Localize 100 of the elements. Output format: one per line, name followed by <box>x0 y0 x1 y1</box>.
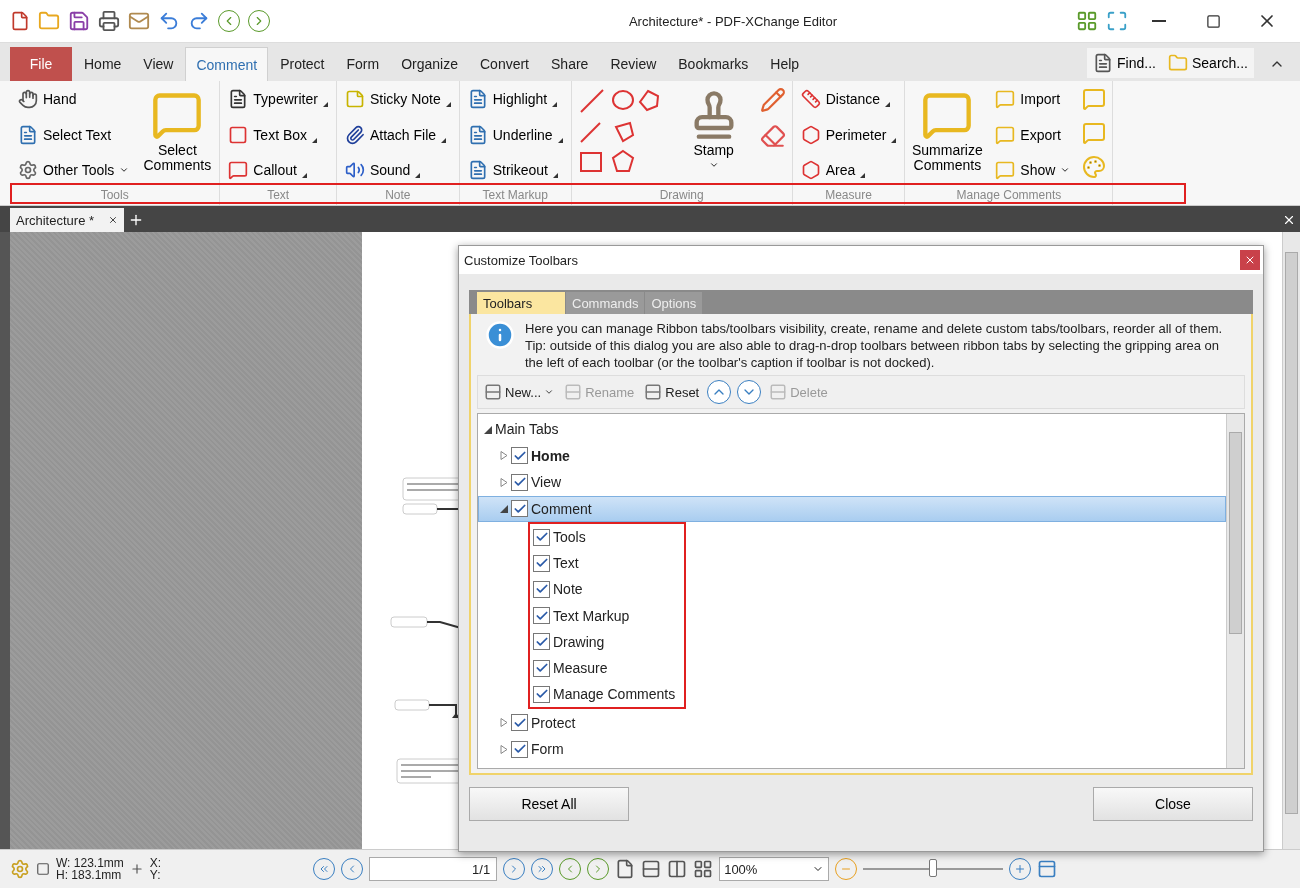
ribbon-button[interactable]: Underline <box>465 122 565 147</box>
tree-item[interactable]: Manage Comments <box>553 686 676 703</box>
move-down-button[interactable] <box>737 380 762 404</box>
collapse-arrow-icon[interactable] <box>483 424 492 434</box>
gear-icon[interactable] <box>10 859 30 879</box>
redo-icon[interactable] <box>188 10 210 32</box>
new-button[interactable]: New... <box>482 381 557 403</box>
zoom-field[interactable]: 100% <box>719 857 830 881</box>
checkbox[interactable] <box>533 659 550 677</box>
ribbon-large-button[interactable]: Summarize Comments <box>911 87 984 175</box>
ribbon-button[interactable]: Distance <box>798 87 899 111</box>
ribbon-tab[interactable]: Convert <box>470 47 539 81</box>
eraser-icon[interactable] <box>759 123 786 149</box>
tree-item[interactable]: Tools <box>553 529 586 546</box>
tree-item[interactable]: Text Markup <box>553 607 630 624</box>
ribbon-button[interactable]: Area <box>798 158 899 182</box>
file-menu-button[interactable]: File <box>10 47 72 81</box>
tree-row[interactable]: Form <box>478 735 1226 763</box>
checkbox[interactable] <box>511 473 528 491</box>
close-button[interactable] <box>1240 250 1260 270</box>
undo-icon[interactable] <box>158 10 180 32</box>
reset-button[interactable]: Reset <box>642 381 702 403</box>
document-tab[interactable]: Architecture * <box>10 208 125 232</box>
tree-row[interactable]: Home <box>478 442 1226 469</box>
save-icon[interactable] <box>68 10 90 32</box>
scrollbar[interactable] <box>1282 232 1300 849</box>
ribbon-button[interactable]: Sticky Note <box>342 87 453 111</box>
search-button[interactable]: Search... <box>1161 48 1254 78</box>
ribbon-button[interactable]: Attach File <box>342 122 453 147</box>
ribbon-button[interactable]: Import <box>993 87 1073 111</box>
ribbon-button[interactable]: Strikeout <box>465 158 565 182</box>
ribbon-button[interactable]: Show <box>993 158 1073 182</box>
ribbon-large-button[interactable]: Stamp <box>677 87 750 172</box>
tree-item[interactable]: Measure <box>553 660 608 677</box>
tree-item[interactable]: Comment <box>531 500 592 517</box>
dialog-tab[interactable]: Toolbars <box>477 292 565 314</box>
checkbox[interactable] <box>511 500 528 518</box>
tree-item[interactable]: Text <box>553 555 579 572</box>
ribbon-tab[interactable]: View <box>133 47 184 81</box>
tree-item[interactable]: Protect <box>531 714 576 731</box>
ribbon-tab[interactable]: Help <box>760 47 810 81</box>
ribbon-button[interactable]: Hand <box>16 87 132 111</box>
tree-item[interactable]: Drawing <box>553 633 605 650</box>
tree-item[interactable]: View <box>531 474 562 491</box>
ribbon-button[interactable]: Callout <box>226 158 330 182</box>
facing-pages-icon[interactable] <box>667 859 688 879</box>
ribbon-button[interactable]: Text Box <box>226 122 330 147</box>
folder-icon[interactable] <box>38 10 60 32</box>
ribbon-tab[interactable]: Form <box>336 47 390 81</box>
checkbox[interactable] <box>511 714 528 732</box>
move-up-button[interactable] <box>707 380 732 404</box>
selected-row[interactable]: Comment <box>478 495 1226 522</box>
view-options-icon[interactable] <box>1037 859 1058 879</box>
find-button[interactable]: Find... <box>1087 48 1162 78</box>
tree-row[interactable]: View <box>478 469 1226 496</box>
ribbon-button[interactable]: Highlight <box>465 87 565 111</box>
reset-all-button[interactable]: Reset All <box>469 787 629 821</box>
continuous-page-icon[interactable] <box>641 859 662 879</box>
collapse-arrow-icon[interactable] <box>499 504 508 514</box>
tree-item[interactable]: Main Tabs <box>495 421 559 438</box>
tree-item[interactable]: Form <box>531 741 564 758</box>
page-number-field[interactable]: 1/1 <box>369 857 498 881</box>
ribbon-tab[interactable]: Home <box>74 47 132 81</box>
expand-arrow-icon[interactable] <box>499 744 508 754</box>
fullscreen-icon[interactable] <box>1106 10 1128 32</box>
close-icon[interactable] <box>108 215 119 225</box>
scrollbar[interactable] <box>1226 414 1244 768</box>
zoom-slider-thumb[interactable] <box>929 859 938 877</box>
checkbox[interactable] <box>533 580 550 598</box>
checkbox[interactable] <box>533 607 550 625</box>
expand-arrow-icon[interactable] <box>499 477 508 487</box>
layout-icon[interactable] <box>1076 10 1098 32</box>
checkbox[interactable] <box>533 528 550 546</box>
checkbox[interactable] <box>533 685 550 703</box>
ribbon-tab[interactable]: Review <box>600 47 667 81</box>
close-icon[interactable] <box>1282 213 1296 227</box>
expand-arrow-icon[interactable] <box>499 451 508 461</box>
ribbon-button[interactable]: Export <box>993 122 1073 147</box>
first-page-icon[interactable] <box>318 863 331 875</box>
ribbon-button[interactable]: Sound <box>342 158 453 182</box>
checkbox[interactable] <box>511 447 528 465</box>
ribbon-tab[interactable]: Bookmarks <box>668 47 759 81</box>
tree-row[interactable]: Protect <box>478 709 1226 736</box>
checkbox[interactable] <box>533 554 550 572</box>
ribbon-large-button[interactable]: Select Comments <box>141 87 214 175</box>
print-icon[interactable] <box>98 10 120 32</box>
ribbon-button[interactable]: Select Text <box>16 122 132 147</box>
checkbox[interactable] <box>533 633 550 651</box>
ribbon-tab[interactable]: Comment <box>185 47 269 81</box>
ribbon-tab[interactable]: Share <box>541 47 599 81</box>
facing-continuous-icon[interactable] <box>693 859 714 879</box>
close-dialog-button[interactable]: Close <box>1093 787 1253 821</box>
tree-item[interactable]: Note <box>553 581 583 598</box>
tree-item[interactable]: Home <box>531 447 570 464</box>
ribbon-button[interactable]: Typewriter <box>226 87 330 111</box>
checkbox[interactable] <box>511 740 528 758</box>
pencil-icon[interactable] <box>759 87 786 113</box>
ribbon-button[interactable]: Perimeter <box>798 122 899 147</box>
ribbon-tab[interactable]: Organize <box>391 47 468 81</box>
expand-arrow-icon[interactable] <box>499 718 508 728</box>
